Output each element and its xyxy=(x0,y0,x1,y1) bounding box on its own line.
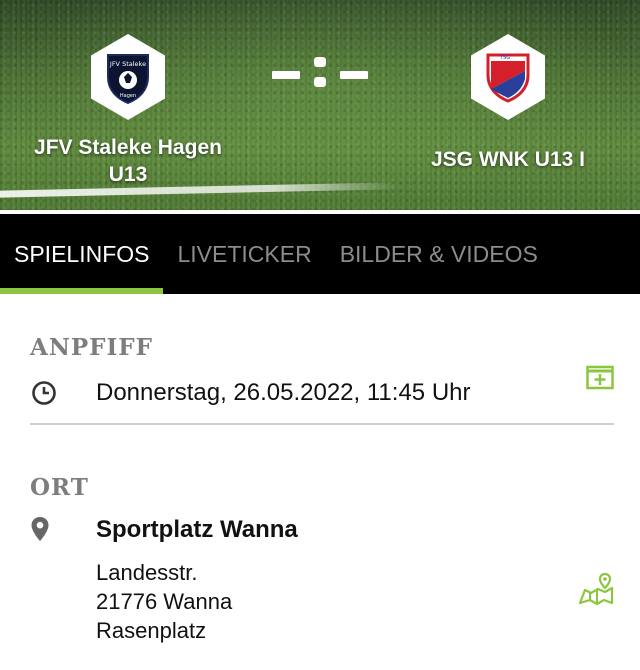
calendar-add-icon[interactable] xyxy=(586,364,614,390)
tab-bar: SPIELINFOS LIVETICKER BILDER & VIDEOS xyxy=(0,214,640,294)
home-team-name: JFV Staleke Hagen U13 xyxy=(34,136,222,186)
clock-icon xyxy=(30,380,58,406)
match-header: JFV Staleke Hagen JFV Staleke Hagen U13 … xyxy=(0,0,640,210)
home-team[interactable]: JFV Staleke Hagen JFV Staleke Hagen U13 xyxy=(28,34,228,188)
venue-info: Sportplatz Wanna Landesstr. 21776 Wanna … xyxy=(96,516,298,645)
score-placeholder xyxy=(272,56,368,92)
venue-name: Sportplatz Wanna xyxy=(96,516,298,543)
location-title: ORT xyxy=(30,474,89,501)
away-logo-text: TSG xyxy=(499,55,510,61)
shield-crest-icon: TSG xyxy=(486,53,530,103)
tab-bilder-videos[interactable]: BILDER & VIDEOS xyxy=(326,214,552,294)
tab-liveticker[interactable]: LIVETICKER xyxy=(163,214,325,294)
location-pin-icon xyxy=(30,516,52,547)
venue-surface: Rasenplatz xyxy=(96,618,207,643)
map-icon[interactable] xyxy=(578,572,614,606)
kickoff-section: ANPFIFF Donnerstag, 26.05.2022, 11:45 Uh… xyxy=(30,294,614,425)
venue-city: 21776 Wanna xyxy=(96,589,233,614)
away-team[interactable]: TSG JSG WNK U13 I xyxy=(408,34,608,173)
away-team-logo: TSG xyxy=(471,34,545,120)
kickoff-title: ANPFIFF xyxy=(30,334,153,361)
match-info-content: ANPFIFF Donnerstag, 26.05.2022, 11:45 Uh… xyxy=(0,294,640,654)
venue-street: Landesstr. xyxy=(96,560,198,585)
shield-crest-icon: JFV Staleke Hagen xyxy=(107,54,149,105)
home-logo-text: JFV Staleke xyxy=(109,60,146,68)
home-team-logo: JFV Staleke Hagen xyxy=(91,34,165,120)
away-team-name: JSG WNK U13 I xyxy=(430,148,586,171)
tab-spielinfos[interactable]: SPIELINFOS xyxy=(0,214,164,294)
kickoff-datetime: Donnerstag, 26.05.2022, 11:45 Uhr xyxy=(96,379,471,406)
location-section: ORT Sportplatz Wanna Landesstr. 21776 Wa… xyxy=(30,424,614,654)
kickoff-row: Donnerstag, 26.05.2022, 11:45 Uhr xyxy=(30,379,470,407)
home-logo-subtext: Hagen xyxy=(120,93,136,99)
